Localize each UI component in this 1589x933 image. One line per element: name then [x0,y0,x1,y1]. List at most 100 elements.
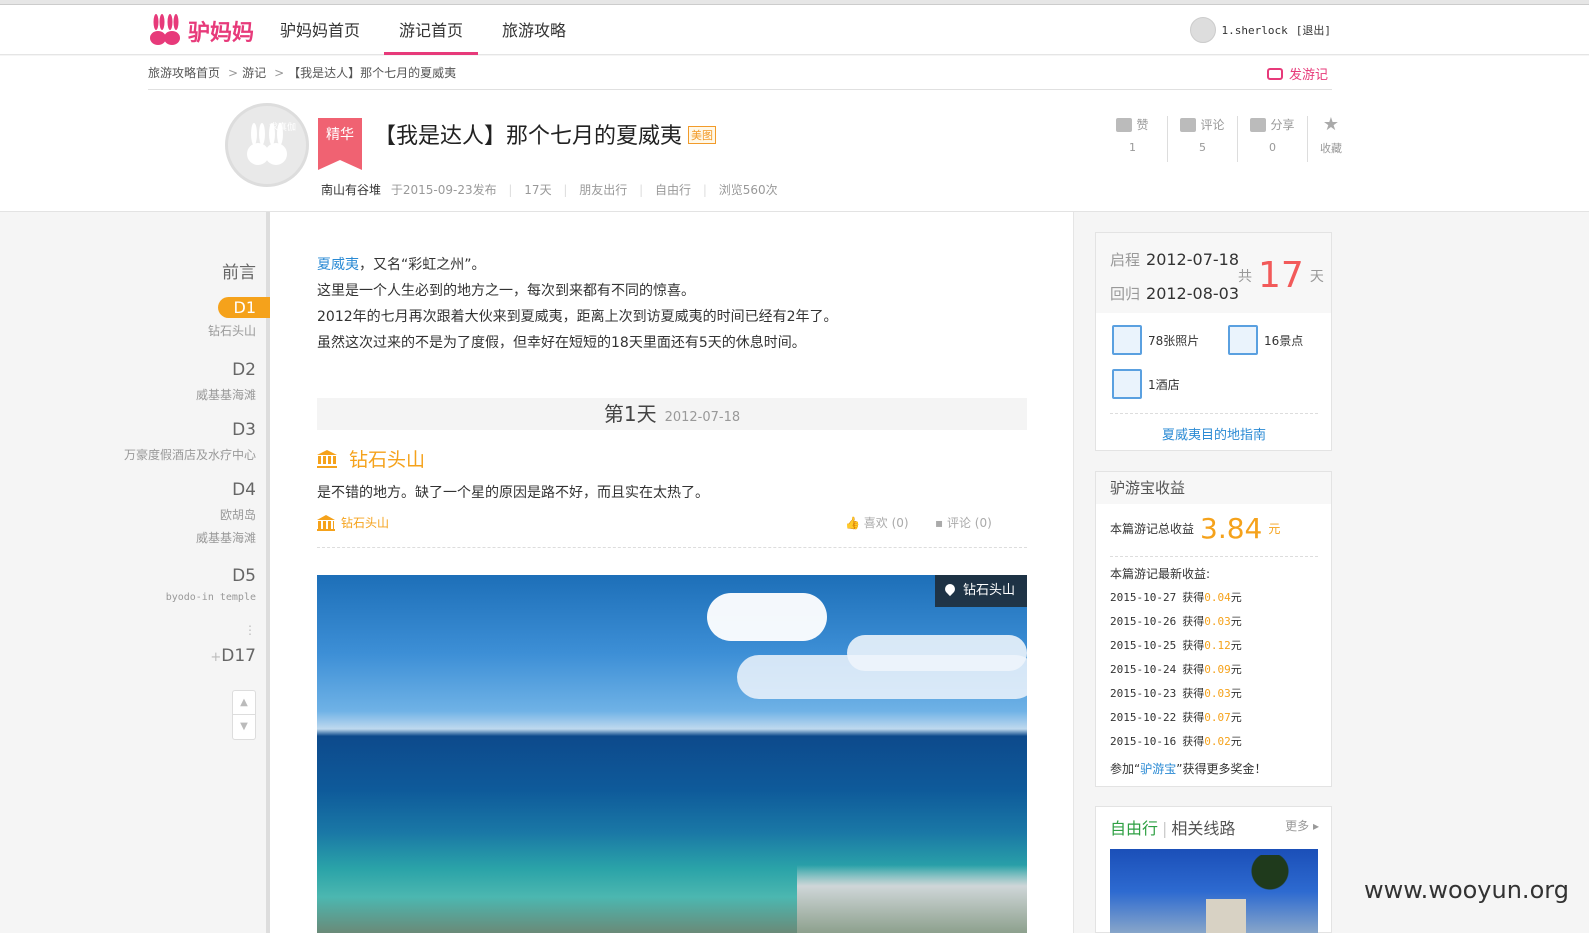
like-count: 1 [1129,141,1136,154]
promo-suffix: ”获得更多奖金！ [1176,762,1267,776]
earnings-row: 2015-10-27 获得0.04元 [1110,586,1318,610]
breadcrumb-sep: > [274,66,285,80]
comment-button[interactable]: 评论 5 [1168,116,1238,162]
toc-day-5-label: D5 [232,566,256,586]
breadcrumb: 旅游攻略首页 > 游记 > 【我是达人】那个七月的夏威夷 发游记 [148,64,1332,90]
user-name[interactable]: 1.sherlock [1222,24,1288,37]
earnings-date: 2015-10-26 [1110,615,1177,628]
share-count: 0 [1269,141,1276,154]
nav-travel-guide[interactable]: 旅游攻略 [494,10,574,55]
site-header: 驴妈妈 驴妈妈首页 游记首页 旅游攻略 1.sherlock [退出] [0,5,1589,55]
breadcrumb-current: 【我是达人】那个七月的夏威夷 [288,66,457,80]
earnings-value: 3.84 [1200,512,1263,545]
toc-sub: 威基基海滩 [195,388,256,402]
earnings-date: 2015-10-27 [1110,591,1177,604]
toc-sub: byodo-in temple [165,592,256,603]
post-note-label: 发游记 [1288,68,1328,83]
poi-like-button[interactable]: 👍 喜欢 (0) [845,514,909,531]
related-routes-card: 自由行 | 相关线路 更多 ▸ [1095,806,1332,933]
logout-link[interactable]: [退出] [1296,22,1331,38]
scroll-down-button[interactable]: ▼ [233,715,255,739]
toc-day-4[interactable]: D4 欧胡岛 威基基海滩 [196,480,256,546]
photo-count-link[interactable]: 78张照片 [1112,325,1199,355]
location-pin-icon [942,581,958,597]
total-unit: 天 [1309,268,1324,285]
photo-cloud [707,593,827,641]
earnings-amt: 0.02 [1204,735,1231,748]
trip-companion: 朋友出行 [579,183,628,197]
thumb-up-icon [1116,117,1133,132]
toc-day-4-label: D4 [232,480,256,500]
earnings-unit: 元 [1230,711,1242,724]
article-body: 夏威夷，又名“彩虹之州”。 这里是一个人生必到的地方之一，每次到来都有不同的惊喜… [270,212,1074,933]
earnings-title: 驴游宝收益 [1096,472,1331,504]
plus-icon: + [210,650,222,665]
breadcrumb-sep: > [228,66,239,80]
spot-count-link[interactable]: 16景点 [1228,325,1303,355]
comment-icon [1180,117,1197,132]
photo-icon [1112,325,1142,355]
destination-guide-link[interactable]: 夏威夷目的地指南 [1110,413,1318,443]
hotel-count: 1酒店 [1148,377,1180,392]
favorite-button[interactable]: ★ 收藏 [1308,116,1354,162]
promo-link[interactable]: 驴游宝 [1140,762,1176,776]
poi-tag-link[interactable]: 钻石头山 [317,514,389,531]
trip-days: 17天 [524,183,552,197]
favorite-label: 收藏 [1320,142,1342,155]
toc-day-1[interactable]: D1 钻石头山 [208,297,270,339]
view-count: 浏览560次 [718,183,778,197]
earnings-amt: 0.03 [1204,687,1231,700]
poi-comment-count: 评论 (0) [946,516,992,530]
toc-day-2[interactable]: D2 威基基海滩 [196,360,256,403]
toc-day-3[interactable]: D3 万豪度假酒店及水疗中心 [124,420,256,463]
breadcrumb-notes[interactable]: 游记 [242,66,266,80]
nav-travelnotes-home[interactable]: 游记首页 [384,10,478,55]
toc-day-2-label: D2 [232,360,256,380]
earnings-unit: 元 [1268,522,1281,536]
author-name[interactable]: 南山有谷堆 [321,183,381,197]
photo-location-tag[interactable]: 钻石头山 [934,575,1027,607]
toc-day-5[interactable]: D5 byodo-in temple [166,566,256,603]
earnings-unit: 元 [1230,735,1242,748]
post-note-button[interactable]: 发游记 [1266,64,1332,83]
intro-line: 虽然这次过来的不是为了度假，但幸好在短短的18天里面还有5天的休息时间。 [317,335,806,351]
toc-day-17[interactable]: +D17 [210,646,256,666]
scroll-up-button[interactable]: ▲ [233,691,255,715]
earnings-row: 2015-10-26 获得0.03元 [1110,610,1318,634]
start-label: 启程 [1110,251,1141,269]
user-avatar[interactable] [1189,17,1216,43]
earnings-pre: 获得 [1182,663,1205,676]
breadcrumb-guide[interactable]: 旅游攻略首页 [148,66,220,80]
toc-day-1-label: D1 [217,297,270,318]
earnings-unit: 元 [1230,615,1242,628]
route-title-a[interactable]: 自由行 [1110,819,1158,838]
toc-preface[interactable]: 前言 [222,258,256,283]
like-button[interactable]: 赞 1 [1098,116,1168,162]
earnings-pre: 获得 [1182,735,1205,748]
attraction-icon [317,449,337,468]
earnings-unit: 元 [1230,663,1242,676]
share-button[interactable]: 分享 0 [1238,116,1308,162]
hotel-count-link[interactable]: 1酒店 [1112,369,1180,399]
earnings-unit: 元 [1230,591,1242,604]
site-logo[interactable]: 驴妈妈 [148,13,254,49]
intro-line: 这里是一个人生必到的地方之一，每次到来都有不同的惊喜。 [317,283,695,299]
nav-lvmama-home[interactable]: 驴妈妈首页 [272,10,368,55]
comment-count: 5 [1199,141,1206,154]
earnings-label: 本篇游记总收益 [1110,522,1195,536]
poi-heading[interactable]: 钻石头山 [317,445,425,472]
photo-diamond-head[interactable]: 钻石头山 [317,575,1027,933]
more-routes-link[interactable]: 更多 ▸ [1285,817,1319,834]
author-avatar[interactable]: 求真伽 [225,103,309,187]
earnings-pre: 获得 [1182,591,1205,604]
earnings-amt: 0.04 [1204,591,1231,604]
route-thumbnail[interactable] [1110,849,1318,933]
attraction-icon [1228,325,1258,355]
return-date: 2012-08-03 [1146,284,1239,303]
earnings-unit: 元 [1230,639,1242,652]
earnings-pre: 获得 [1182,711,1205,724]
earnings-amt: 0.09 [1204,663,1231,676]
intro-link[interactable]: 夏威夷 [317,257,359,273]
poi-comment-button[interactable]: ▪ 评论 (0) [935,514,992,531]
photo-cloud [737,655,1027,699]
